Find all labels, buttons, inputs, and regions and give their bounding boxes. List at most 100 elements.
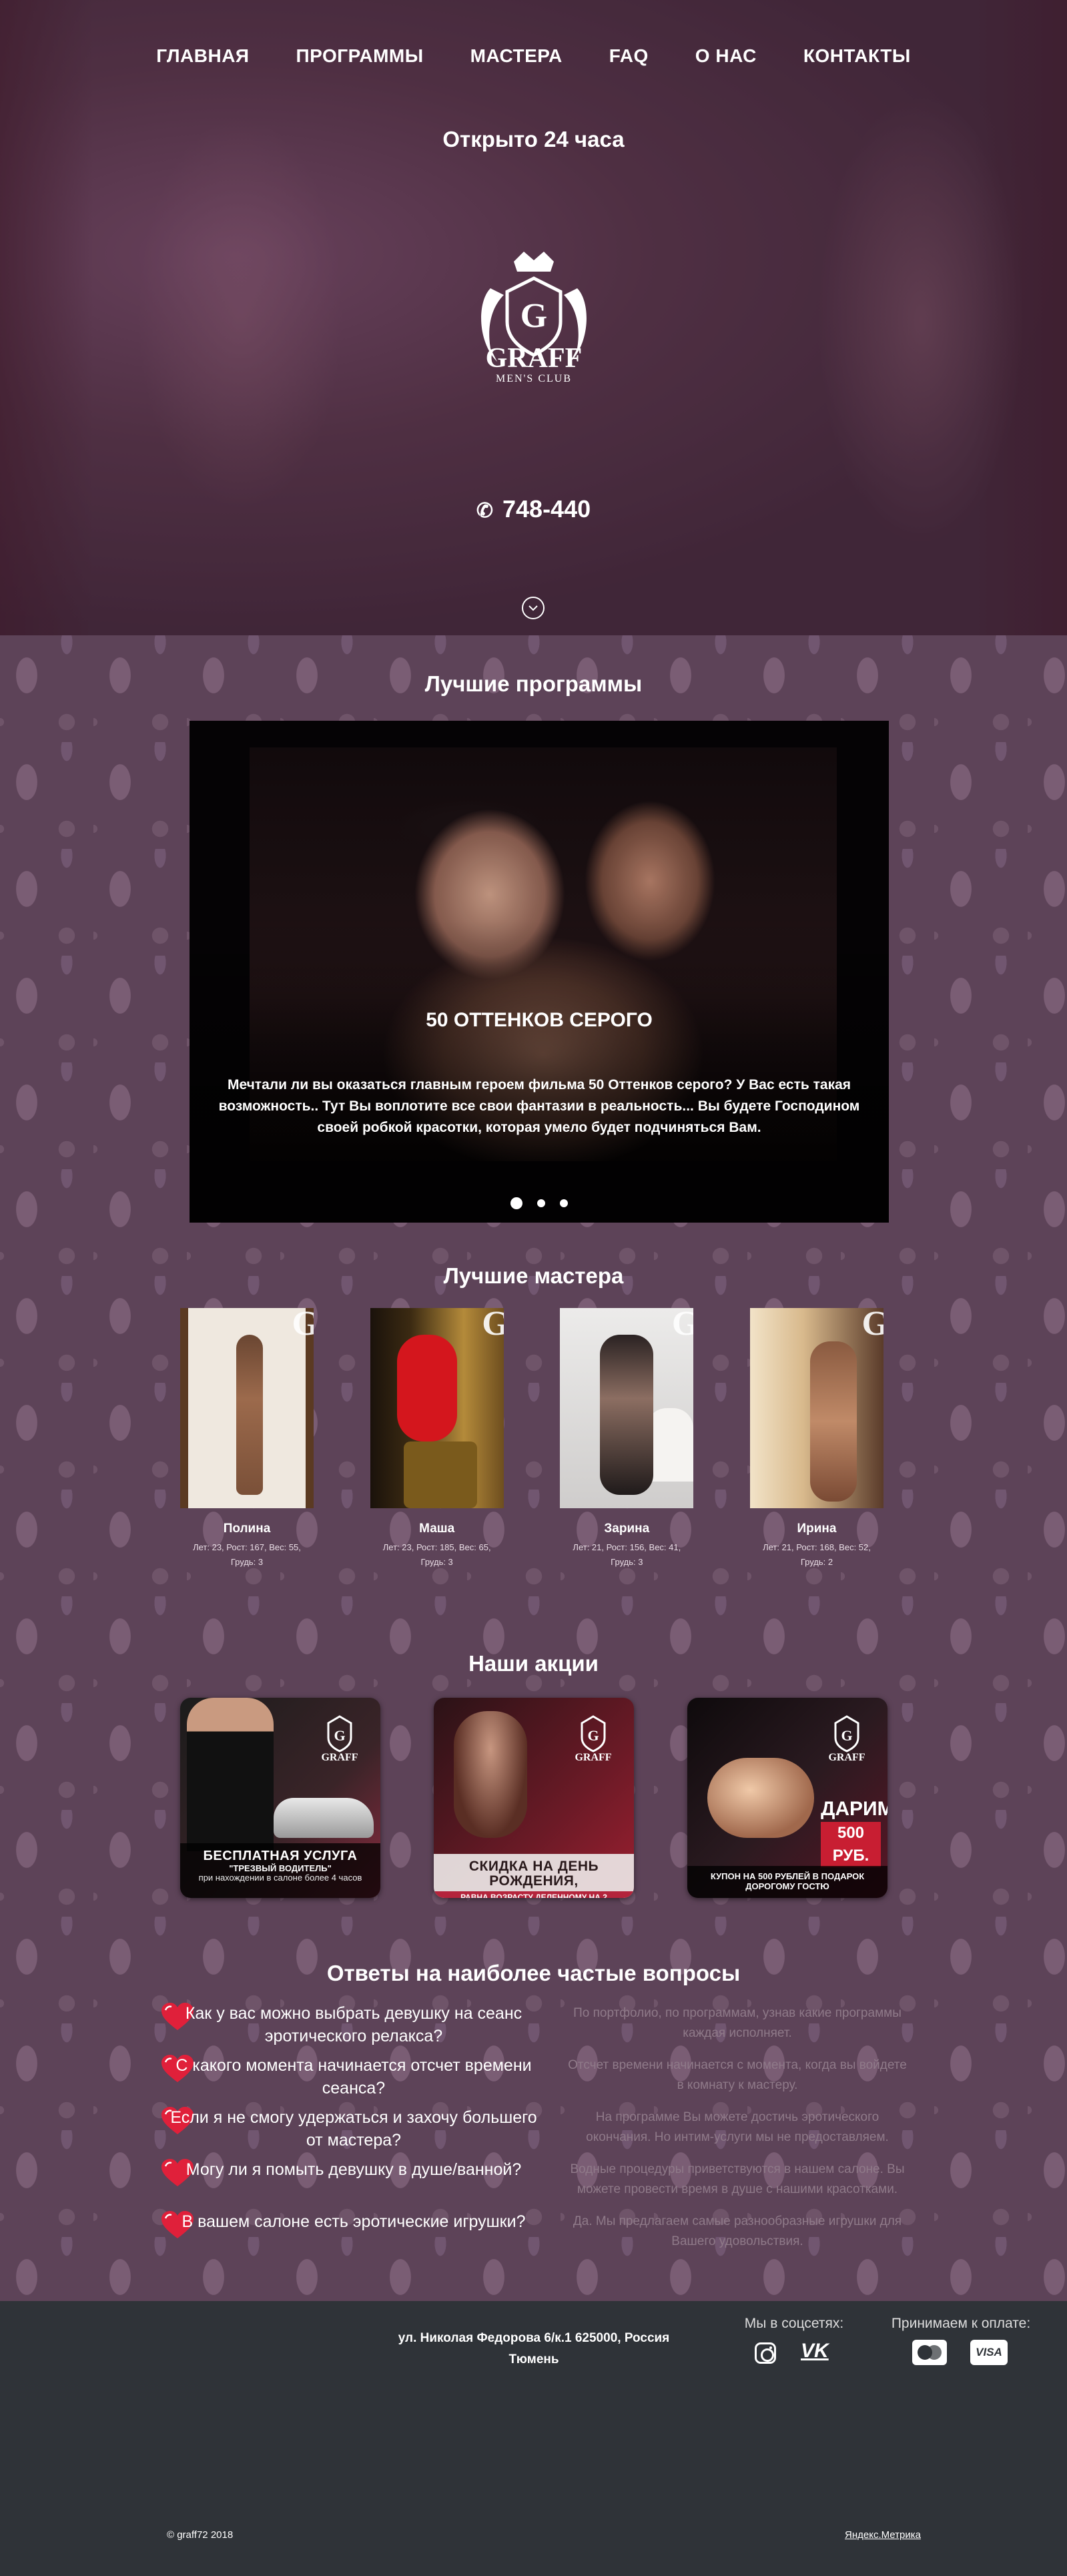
footer-address: ул. Николая Федорова 6/к.1 625000, Росси… <box>398 2331 670 2366</box>
svg-text:G: G <box>334 1727 345 1744</box>
master-photo[interactable]: G <box>370 1308 504 1508</box>
promo-line-2: КУПОН НА 500 РУБЛЕЙ В ПОДАРОК ДОРОГОМУ Г… <box>710 1871 865 1891</box>
master-photo[interactable]: G <box>180 1308 314 1508</box>
faq-item[interactable]: Как у вас можно выбрать девушку на сеанс… <box>160 2002 908 2054</box>
slide-shade <box>190 921 889 1223</box>
promo-caption: КУПОН НА 500 РУБЛЕЙ В ПОДАРОК ДОРОГОМУ Г… <box>687 1866 887 1898</box>
faq-item[interactable]: С какого момента начинается отсчет време… <box>160 2054 908 2106</box>
master-name[interactable]: Зарина <box>560 1522 693 1536</box>
masters-title: Лучшие мастера <box>443 1263 624 1288</box>
open-hours: Открыто 24 часа <box>442 127 625 151</box>
nav-item-home[interactable]: ГЛАВНАЯ <box>156 45 249 67</box>
masters-list: G Полина Лет: 23, Рост: 167, Вес: 55, Гр… <box>180 1308 894 1570</box>
watermark-logo: G <box>482 1308 504 1343</box>
promo-line-1: СКИДКА НА ДЕНЬ РОЖДЕНИЯ, <box>468 1859 599 1889</box>
promo-line-2: РАВНА ВОЗРАСТУ ДЕЛЕННОМУ НА 2 <box>434 1891 634 1898</box>
svg-text:MEN'S CLUB: MEN'S CLUB <box>496 373 572 384</box>
promo-line-2: "ТРЕЗВЫЙ ВОДИТЕЛЬ" <box>229 1863 332 1873</box>
nav-item-contacts[interactable]: КОНТАКТЫ <box>803 45 911 67</box>
gift-badge: ДАРИМ 500 РУБ. <box>821 1798 887 1867</box>
phone-number[interactable]: ✆ 748-440 <box>0 495 1067 523</box>
gift-line-2: 500 РУБ. <box>821 1822 881 1867</box>
instagram-icon[interactable] <box>755 2342 776 2364</box>
faq-question[interactable]: Если я не смогу удержаться и захочу боль… <box>160 2106 547 2152</box>
svg-text:G: G <box>587 1727 599 1744</box>
svg-text:GRAFF: GRAFF <box>486 343 583 374</box>
faq-question[interactable]: В вашем салоне есть эротические игрушки? <box>160 2210 547 2233</box>
promo-figure <box>187 1698 274 1851</box>
faq-item[interactable]: В вашем салоне есть эротические игрушки?… <box>160 2210 908 2262</box>
svg-text:G: G <box>520 297 547 335</box>
car-image <box>274 1798 374 1838</box>
promo-card-driver[interactable]: G GRAFF БЕСПЛАТНАЯ УСЛУГА "ТРЕЗВЫЙ ВОДИТ… <box>180 1698 380 1898</box>
faq-title: Ответы на наиболее частые вопросы <box>326 1961 741 1985</box>
watermark-logo: G <box>292 1308 314 1343</box>
master-info: Лет: 21, Рост: 156, Вес: 41, Грудь: 3 <box>573 1542 681 1567</box>
master-name[interactable]: Маша <box>370 1522 504 1536</box>
master-name[interactable]: Ирина <box>750 1522 883 1536</box>
master-chair <box>403 1441 477 1508</box>
master-photo[interactable]: G <box>560 1308 694 1508</box>
graff-logo: G GRAFF <box>575 1715 612 1762</box>
slider-dots <box>190 1197 889 1209</box>
faq-answer: Отсчет времени начинается с момента, ког… <box>568 2058 907 2092</box>
chevron-down-icon <box>528 605 538 611</box>
phone-icon: ✆ <box>476 500 493 522</box>
slider-dot-1[interactable] <box>510 1197 522 1209</box>
social-label: Мы в соцсетях: <box>744 2316 844 2331</box>
visa-icon: VISA <box>970 2340 1008 2365</box>
slide-text: Мечтали ли вы оказаться главным героем ф… <box>218 1077 860 1135</box>
slider-dot-2[interactable] <box>537 1199 545 1207</box>
nav-item-masters[interactable]: МАСТЕРА <box>470 45 563 67</box>
svg-text:GRAFF: GRAFF <box>321 1752 358 1762</box>
main-nav: ГЛАВНАЯ ПРОГРАММЫ МАСТЕРА FAQ О НАС КОНТ… <box>0 45 1067 67</box>
mastercard-icon <box>912 2340 947 2365</box>
faq-answer: По портфолио, по программам, узнав какие… <box>573 2006 902 2040</box>
master-figure <box>396 1335 457 1441</box>
programs-slider[interactable]: 50 ОТТЕНКОВ СЕРОГО Мечтали ли вы оказать… <box>190 721 889 1223</box>
graff-logo[interactable]: G GRAFF MEN'S CLUB <box>450 248 617 388</box>
master-card[interactable]: G Маша Лет: 23, Рост: 185, Вес: 65, Груд… <box>370 1308 514 1570</box>
svg-text:GRAFF: GRAFF <box>575 1752 611 1762</box>
master-photo[interactable]: G <box>749 1308 883 1508</box>
vk-icon[interactable]: VK <box>801 2340 829 2362</box>
master-name[interactable]: Полина <box>180 1522 314 1536</box>
master-card[interactable]: G Ирина Лет: 21, Рост: 168, Вес: 52, Гру… <box>749 1308 894 1570</box>
nav-item-programs[interactable]: ПРОГРАММЫ <box>296 45 424 67</box>
phone-text: 748-440 <box>502 495 591 523</box>
copyright: © graff72 2018 <box>167 2529 234 2541</box>
promo-line-1: БЕСПЛАТНАЯ УСЛУГА <box>203 1849 358 1863</box>
hero-section: ГЛАВНАЯ ПРОГРАММЫ МАСТЕРА FAQ О НАС КОНТ… <box>0 0 1067 635</box>
scroll-down-button[interactable] <box>522 597 545 619</box>
master-figure <box>809 1341 857 1502</box>
graff-logo: G GRAFF <box>321 1715 358 1762</box>
svg-text:G: G <box>841 1727 852 1744</box>
faq-question[interactable]: Могу ли я помыть девушку в душе/ванной? <box>160 2158 547 2181</box>
promos-title: Наши акции <box>468 1651 599 1676</box>
faq-list: Как у вас можно выбрать девушку на сеанс… <box>160 2002 908 2262</box>
nav-item-faq[interactable]: FAQ <box>609 45 649 67</box>
faq-question[interactable]: С какого момента начинается отсчет време… <box>160 2054 547 2100</box>
faq-item[interactable]: Могу ли я помыть девушку в душе/ванной? … <box>160 2158 908 2210</box>
payment-label: Принимаем к оплате: <box>891 2316 1031 2331</box>
master-figure <box>600 1335 654 1495</box>
master-card[interactable]: G Зарина Лет: 21, Рост: 156, Вес: 41, Гр… <box>560 1308 704 1570</box>
yandex-metrika-link[interactable]: Яндекс.Метрика <box>845 2529 921 2541</box>
faq-question[interactable]: Как у вас можно выбрать девушку на сеанс… <box>160 2002 547 2047</box>
slider-dot-3[interactable] <box>560 1199 568 1207</box>
watermark-logo: G <box>861 1308 883 1343</box>
promo-figure <box>707 1758 814 1838</box>
promo-caption: БЕСПЛАТНАЯ УСЛУГА "ТРЕЗВЫЙ ВОДИТЕЛЬ" при… <box>180 1843 380 1898</box>
promo-card-birthday[interactable]: G GRAFF СКИДКА НА ДЕНЬ РОЖДЕНИЯ, РАВНА В… <box>434 1698 634 1898</box>
svg-text:GRAFF: GRAFF <box>828 1752 865 1762</box>
faq-item[interactable]: Если я не смогу удержаться и захочу боль… <box>160 2106 908 2158</box>
faq-answer: Водные процедуры приветствуются в нашем … <box>570 2162 905 2196</box>
gift-line-1: ДАРИМ <box>821 1798 887 1820</box>
promo-card-coupon[interactable]: G GRAFF ДАРИМ 500 РУБ. КУПОН НА 500 РУБЛ… <box>687 1698 887 1898</box>
master-info: Лет: 23, Рост: 167, Вес: 55, Грудь: 3 <box>193 1542 301 1567</box>
promos-list: G GRAFF БЕСПЛАТНАЯ УСЛУГА "ТРЕЗВЫЙ ВОДИТ… <box>180 1698 887 1898</box>
promo-caption: СКИДКА НА ДЕНЬ РОЖДЕНИЯ, РАВНА ВОЗРАСТУ … <box>434 1854 634 1898</box>
master-card[interactable]: G Полина Лет: 23, Рост: 167, Вес: 55, Гр… <box>180 1308 324 1570</box>
nav-item-about[interactable]: О НАС <box>695 45 757 67</box>
master-info: Лет: 23, Рост: 185, Вес: 65, Грудь: 3 <box>382 1542 491 1567</box>
